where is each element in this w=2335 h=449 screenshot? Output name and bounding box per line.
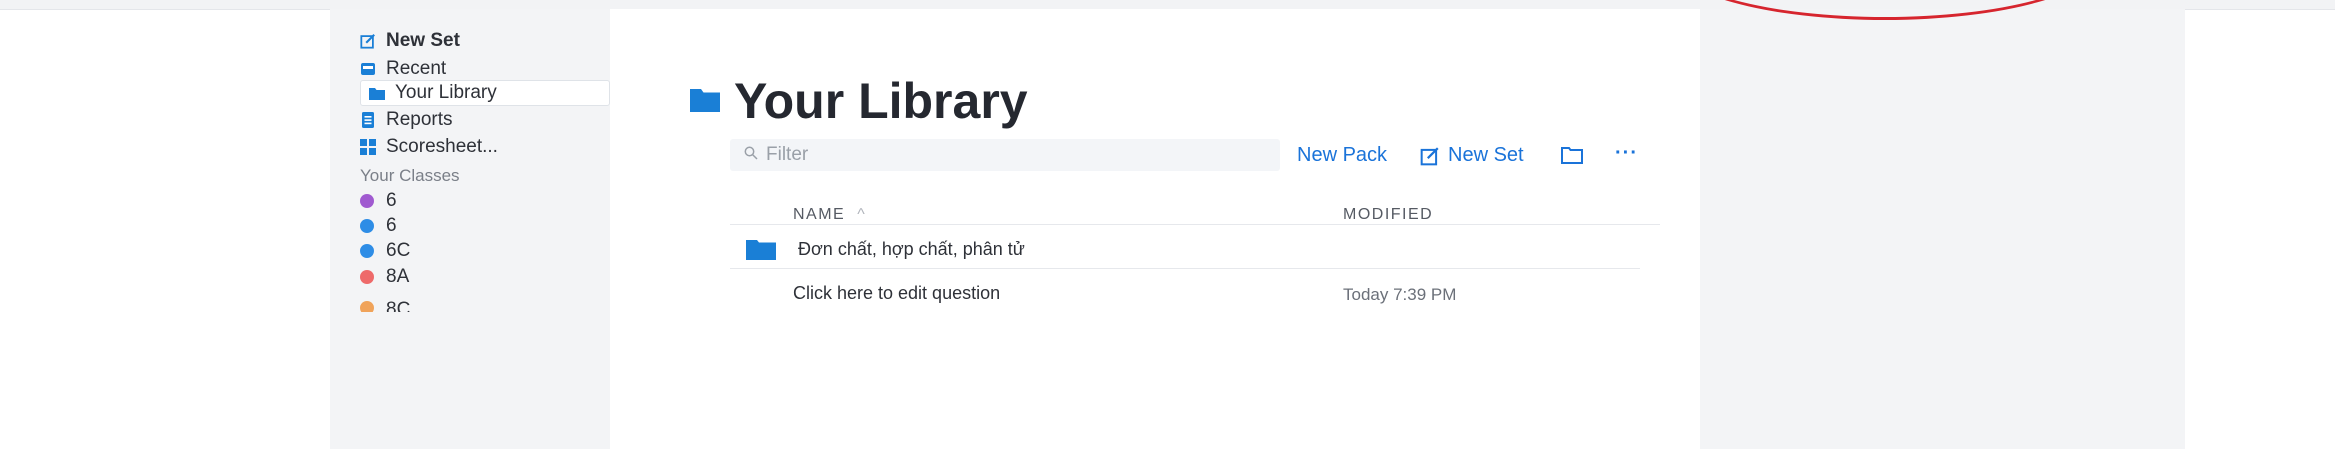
class-label: 6C [386, 240, 411, 261]
column-header-modified[interactable]: MODIFIED [1343, 206, 1433, 224]
more-icon: ··· [1615, 142, 1638, 164]
class-item[interactable]: 8A [360, 264, 409, 290]
new-folder-button[interactable] [1561, 146, 1583, 164]
edit-icon [360, 33, 376, 49]
column-header-name-label: NAME [793, 206, 846, 223]
class-label: 8C [386, 299, 411, 312]
class-item[interactable]: 6C [360, 238, 410, 264]
right-panel [1700, 9, 2185, 449]
row-divider [730, 268, 1640, 269]
table-row[interactable]: Đơn chất, hợp chất, phân tử [746, 238, 1025, 260]
classes-heading: Your Classes [360, 166, 460, 185]
document-icon [360, 112, 376, 128]
filter-placeholder: Filter [766, 144, 809, 165]
class-item[interactable]: 6 [360, 188, 397, 214]
folder-icon [690, 86, 720, 117]
column-header-modified-label: MODIFIED [1343, 206, 1434, 223]
new-pack-label: New Pack [1297, 144, 1388, 166]
filter-input[interactable]: Filter [730, 139, 1280, 171]
class-color-dot [360, 270, 374, 284]
table-row[interactable]: Click here to edit question [793, 283, 1000, 304]
class-label: 8A [386, 266, 410, 287]
more-options-button[interactable]: ··· [1615, 142, 1638, 165]
class-label: 6 [386, 190, 397, 211]
class-color-dot [360, 194, 374, 208]
grid-icon [360, 139, 376, 155]
class-item[interactable]: 8C [360, 290, 410, 312]
class-label: 6 [386, 215, 397, 236]
sidebar-item-label: Your Library [395, 82, 497, 103]
row-name: Click here to edit question [793, 283, 1001, 303]
class-color-dot [360, 301, 374, 312]
class-color-dot [360, 219, 374, 233]
folder-icon [369, 85, 385, 101]
column-header-name[interactable]: NAME ^ [793, 206, 866, 224]
search-icon [744, 144, 758, 166]
new-set-label: New Set [1448, 144, 1524, 166]
row-modified: Today 7:39 PM [1343, 285, 1457, 304]
folder-icon [746, 238, 776, 260]
folder-outline-icon [1561, 146, 1583, 164]
sidebar-item-new-set[interactable]: New Set [360, 28, 460, 54]
sidebar-item-your-library[interactable]: Your Library [360, 80, 610, 106]
sidebar-item-label: Reports [386, 109, 453, 130]
new-pack-button[interactable]: New Pack [1297, 144, 1387, 167]
class-color-dot [360, 244, 374, 258]
edit-icon [1420, 146, 1440, 166]
page-title-text: Your Library [734, 73, 1028, 129]
sidebar-item-scoresheet[interactable]: Scoresheet... [360, 134, 498, 160]
row-name: Đơn chất, hợp chất, phân tử [798, 238, 1025, 259]
sort-ascending-icon: ^ [857, 206, 867, 223]
sidebar-item-label: Scoresheet... [386, 136, 498, 157]
sidebar-item-recent[interactable]: Recent [360, 56, 446, 82]
header-divider [730, 224, 1660, 225]
inbox-icon [360, 61, 376, 77]
new-set-button[interactable]: New Set [1420, 144, 1524, 167]
sidebar-item-label: New Set [386, 30, 460, 51]
page-title: Your Library [690, 72, 1028, 130]
sidebar-item-reports[interactable]: Reports [360, 107, 453, 133]
sidebar-item-label: Recent [386, 58, 447, 79]
class-item[interactable]: 6 [360, 213, 397, 239]
